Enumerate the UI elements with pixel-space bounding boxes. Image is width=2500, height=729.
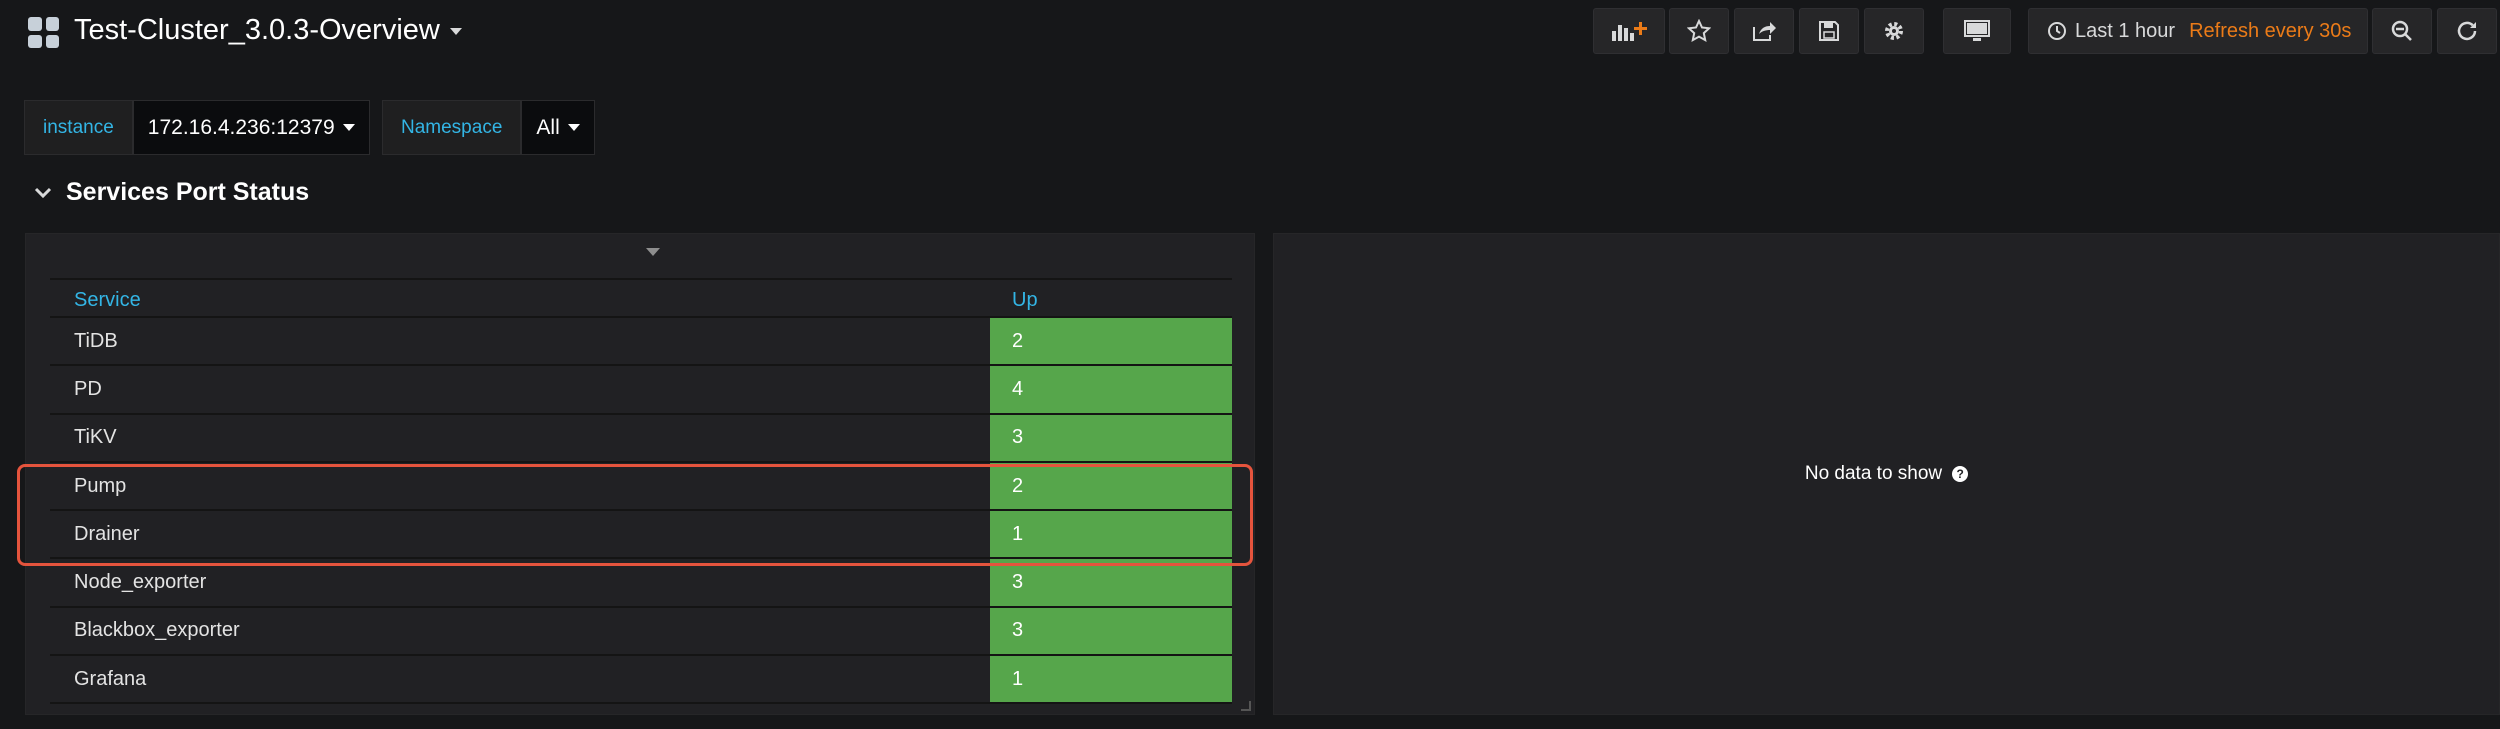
- instance-select-value: 172.16.4.236:12379: [147, 115, 335, 139]
- star-icon: [1687, 19, 1711, 43]
- refresh-interval-text: Refresh every 30s: [2189, 19, 2352, 42]
- add-panel-icon: [1612, 22, 1647, 41]
- save-icon: [1819, 21, 1839, 41]
- services-port-status-table-panel: Service Up TiDB 2 PD 4 TiKV 3 Pump 2 Drainer…: [25, 233, 1255, 715]
- chevron-down-icon: [449, 27, 462, 35]
- add-panel-button[interactable]: [1593, 8, 1665, 54]
- variable-instance: instance 172.16.4.236:12379: [24, 100, 370, 155]
- service-name: TiDB: [50, 317, 990, 367]
- save-button[interactable]: [1799, 8, 1859, 54]
- time-range-text: Last 1 hour: [2075, 19, 2176, 42]
- variable-label-namespace: Namespace: [382, 100, 522, 155]
- table-row: Node_exporter 3: [50, 558, 1232, 608]
- up-value: 2: [990, 317, 1232, 367]
- time-range-picker[interactable]: Last 1 hour Refresh every 30s: [2028, 8, 2368, 54]
- table-row: TiDB 2: [50, 317, 1232, 367]
- table-row: Pump 2: [50, 461, 1232, 512]
- service-name: Node_exporter: [50, 558, 990, 608]
- gear-icon: [1885, 22, 1903, 40]
- table-row: TiKV 3: [50, 413, 1232, 463]
- refresh-button[interactable]: [2437, 8, 2497, 54]
- view-mode-button[interactable]: [1943, 8, 2011, 54]
- table-row: PD 4: [50, 365, 1232, 415]
- table-row: Blackbox_exporter 3: [50, 606, 1232, 657]
- service-name: Grafana: [50, 655, 990, 705]
- up-value: 1: [990, 510, 1232, 560]
- star-button[interactable]: [1669, 8, 1729, 54]
- question-circle-icon[interactable]: ?: [1952, 466, 1969, 482]
- dashboard-title[interactable]: Test-Cluster_3.0.3-Overview: [74, 14, 462, 47]
- service-name: Drainer: [50, 510, 990, 560]
- row-toggle-services-port-status[interactable]: Services Port Status: [34, 178, 309, 207]
- service-name: Pump: [50, 461, 990, 512]
- services-table: Service Up TiDB 2 PD 4 TiKV 3 Pump 2 Drainer…: [50, 278, 1232, 705]
- service-name: Blackbox_exporter: [50, 606, 990, 657]
- variable-namespace: Namespace All: [382, 100, 595, 155]
- no-data-text: No data to show: [1804, 463, 1943, 484]
- up-value: 3: [990, 606, 1232, 657]
- dashboard-title-text: Test-Cluster_3.0.3-Overview: [74, 14, 440, 46]
- variable-label-instance: instance: [24, 100, 133, 155]
- table-row: Drainer 1: [50, 510, 1232, 560]
- table-row: Grafana 1: [50, 655, 1232, 705]
- chevron-down-icon: [567, 124, 580, 131]
- chevron-down-icon: [34, 187, 52, 198]
- up-value: 3: [990, 413, 1232, 463]
- instance-select[interactable]: 172.16.4.236:12379: [132, 100, 370, 155]
- clock-icon: [2048, 22, 2066, 40]
- empty-panel: No data to show ?: [1273, 233, 2500, 715]
- service-name: PD: [50, 365, 990, 415]
- top-navbar: Test-Cluster_3.0.3-Overview Last 1 hour …: [0, 0, 2500, 64]
- up-value: 4: [990, 365, 1232, 415]
- panel-menu-caret-icon[interactable]: [646, 248, 660, 256]
- settings-button[interactable]: [1864, 8, 1924, 54]
- up-value: 3: [990, 558, 1232, 608]
- column-header-up[interactable]: Up: [990, 278, 1232, 318]
- refresh-icon: [2457, 21, 2477, 41]
- row-title-text: Services Port Status: [66, 178, 310, 206]
- dashboard-grid-icon[interactable]: [28, 17, 59, 48]
- column-header-service[interactable]: Service: [50, 278, 990, 318]
- namespace-select[interactable]: All: [521, 100, 595, 155]
- namespace-select-value: All: [536, 115, 560, 139]
- up-value: 1: [990, 655, 1232, 705]
- panel-resize-handle[interactable]: [1241, 701, 1251, 711]
- service-name: TiKV: [50, 413, 990, 463]
- zoom-out-button[interactable]: [2372, 8, 2432, 54]
- zoom-out-icon: [2391, 20, 2412, 41]
- monitor-icon: [1964, 20, 1990, 41]
- up-value: 2: [990, 461, 1232, 512]
- share-icon: [1753, 22, 1776, 41]
- share-button[interactable]: [1734, 8, 1794, 54]
- no-data-message: No data to show ?: [1274, 234, 2499, 714]
- chevron-down-icon: [342, 124, 355, 131]
